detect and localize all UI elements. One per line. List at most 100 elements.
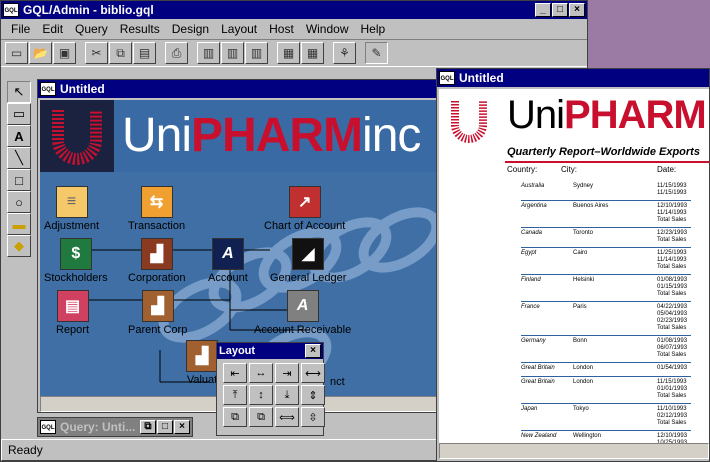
row-city: Buenos Aires bbox=[573, 203, 609, 209]
text-tool-icon[interactable]: A bbox=[7, 125, 31, 147]
restore-button[interactable]: ⧉ bbox=[140, 420, 156, 434]
node-transaction[interactable]: ⇆ Transaction bbox=[128, 186, 185, 232]
space-h-icon[interactable]: ⟺ bbox=[275, 407, 299, 427]
query-title: Query: Unti... bbox=[60, 420, 136, 434]
node-label: Chart of Account bbox=[264, 220, 346, 232]
paste-icon[interactable]: ▤ bbox=[133, 42, 156, 64]
col-country: Country: bbox=[507, 165, 538, 174]
align-right-icon[interactable]: ⇥ bbox=[275, 363, 299, 383]
maximize-button[interactable]: □ bbox=[552, 3, 568, 17]
join-icon[interactable]: ⚘ bbox=[333, 42, 356, 64]
row-country: Australia bbox=[521, 183, 545, 189]
maximize-button[interactable]: □ bbox=[157, 420, 173, 434]
open-icon[interactable]: 📂 bbox=[29, 42, 52, 64]
cut-icon[interactable]: ✂ bbox=[85, 42, 108, 64]
report-row: Australia Sydney 11/15/1993 11/15/1993 bbox=[521, 183, 691, 201]
dollar-icon: $ bbox=[59, 238, 92, 270]
node-chart-of-account[interactable]: ↗ Chart of Account bbox=[264, 186, 345, 232]
node-partial[interactable]: nct bbox=[330, 376, 345, 388]
query-stop-icon[interactable]: ▥ bbox=[245, 42, 268, 64]
design-mode-icon[interactable]: ✎ bbox=[365, 42, 388, 64]
print-icon[interactable]: ⎙ bbox=[165, 42, 188, 64]
app-titlebar[interactable]: GQL GQL/Admin - biblio.gql _ □ × bbox=[1, 1, 587, 19]
query-step-icon[interactable]: ▥ bbox=[221, 42, 244, 64]
node-label: nct bbox=[330, 376, 345, 388]
menu-help[interactable]: Help bbox=[355, 22, 392, 36]
menu-host[interactable]: Host bbox=[263, 22, 300, 36]
node-label: General Ledger bbox=[270, 272, 347, 284]
menu-query[interactable]: Query bbox=[69, 22, 114, 36]
report-row: Japan Tokyo 11/10/1993 02/12/1993 Total Sa… bbox=[521, 406, 691, 431]
align-bottom-icon[interactable]: ⤓ bbox=[275, 385, 299, 405]
menu-layout[interactable]: Layout bbox=[215, 22, 263, 36]
report-row: Canada Toronto 12/23/1993 Total Sales bbox=[521, 230, 691, 248]
bring-front-icon[interactable]: ⧉ bbox=[223, 407, 247, 427]
frame-tool-icon[interactable]: ▭ bbox=[7, 103, 31, 125]
close-button[interactable]: × bbox=[569, 3, 585, 17]
row-dates: 11/15/1993 01/01/1993 Total Sales bbox=[657, 379, 688, 399]
save-icon[interactable]: ▣ bbox=[53, 42, 76, 64]
align-left-icon[interactable]: ⇤ bbox=[223, 363, 247, 383]
report-row: Germany Bonn 01/08/1993 06/07/1993 Total S… bbox=[521, 338, 691, 363]
node-general-ledger[interactable]: ◢ General Ledger bbox=[270, 238, 346, 284]
banner-text: UniPHARMinc bbox=[122, 109, 421, 162]
report-titlebar[interactable]: GQL Untitled bbox=[437, 69, 709, 87]
send-back-icon[interactable]: ⧉ bbox=[249, 407, 273, 427]
close-button[interactable]: × bbox=[305, 344, 321, 358]
node-account[interactable]: A Account bbox=[208, 238, 248, 284]
minimize-button[interactable]: _ bbox=[535, 3, 551, 17]
layout-titlebar[interactable]: Layout × bbox=[217, 343, 323, 359]
row-city: London bbox=[573, 379, 594, 385]
pointer-tool-icon[interactable]: ↖ bbox=[7, 81, 31, 103]
report-icon: ▤ bbox=[56, 290, 89, 322]
report-row: France Paris 04/22/1993 05/04/1993 02/23/1… bbox=[521, 304, 691, 336]
menu-results[interactable]: Results bbox=[114, 22, 166, 36]
row-city: Helsinki bbox=[573, 277, 595, 283]
transaction-icon: ⇆ bbox=[140, 186, 173, 218]
table-icon[interactable]: ▦ bbox=[301, 42, 324, 64]
same-height-icon[interactable]: ⇕ bbox=[301, 385, 325, 405]
menu-file[interactable]: File bbox=[5, 22, 36, 36]
node-adjustment[interactable]: ≡ Adjustment bbox=[44, 186, 99, 232]
rectangle-tool-icon[interactable]: □ bbox=[7, 169, 31, 191]
copy-icon[interactable]: ⧉ bbox=[109, 42, 132, 64]
report-scrollbar[interactable] bbox=[439, 443, 709, 459]
report-header: Country: City: Date: bbox=[507, 165, 707, 174]
query-window-minimized[interactable]: GQL Query: Unti... ⧉ □ × bbox=[37, 417, 193, 437]
menu-design[interactable]: Design bbox=[166, 22, 215, 36]
grid-icon[interactable]: ▦ bbox=[277, 42, 300, 64]
row-country: Great Britain bbox=[521, 379, 555, 385]
node-valuat[interactable]: ▟ Valuat bbox=[186, 340, 218, 386]
node-corporation[interactable]: ▟ Corporation bbox=[128, 238, 185, 284]
query-titlebar[interactable]: GQL Query: Unti... ⧉ □ × bbox=[38, 418, 192, 436]
node-parent-corp[interactable]: ▟ Parent Corp bbox=[128, 290, 187, 336]
menu-window[interactable]: Window bbox=[300, 22, 355, 36]
align-top-icon[interactable]: ⤒ bbox=[223, 385, 247, 405]
report-logo-text: UniPHARM bbox=[507, 93, 707, 137]
line-tool-icon[interactable]: ╲ bbox=[7, 147, 31, 169]
gql-doc-icon: GQL bbox=[40, 82, 56, 96]
design-titlebar[interactable]: GQL Untitled bbox=[38, 80, 456, 98]
align-middle-icon[interactable]: ↕ bbox=[249, 385, 273, 405]
row-city: Cairo bbox=[573, 250, 588, 256]
gql-app-icon[interactable]: GQL bbox=[3, 3, 19, 17]
menu-edit[interactable]: Edit bbox=[36, 22, 69, 36]
row-city: Bonn bbox=[573, 338, 588, 344]
new-icon[interactable]: ▭ bbox=[5, 42, 28, 64]
row-city: London bbox=[573, 365, 594, 371]
align-center-h-icon[interactable]: ↔ bbox=[249, 363, 273, 383]
query-run-icon[interactable]: ▥ bbox=[197, 42, 220, 64]
node-account-receivable[interactable]: A Account Receivable bbox=[254, 290, 351, 336]
button-tool-icon[interactable]: ▬ bbox=[7, 213, 31, 235]
report-title: Untitled bbox=[459, 71, 504, 85]
close-button[interactable]: × bbox=[174, 420, 190, 434]
space-v-icon[interactable]: ⇳ bbox=[301, 407, 325, 427]
node-report[interactable]: ▤ Report bbox=[56, 290, 89, 336]
fill-tool-icon[interactable]: ◆ bbox=[7, 235, 31, 257]
building-icon: ▟ bbox=[141, 290, 174, 322]
unipharm-logo bbox=[40, 100, 114, 172]
node-stockholders[interactable]: $ Stockholders bbox=[44, 238, 108, 284]
row-dates: 11/15/1993 11/15/1993 bbox=[657, 183, 687, 196]
same-width-icon[interactable]: ⟷ bbox=[301, 363, 325, 383]
ellipse-tool-icon[interactable]: ○ bbox=[7, 191, 31, 213]
